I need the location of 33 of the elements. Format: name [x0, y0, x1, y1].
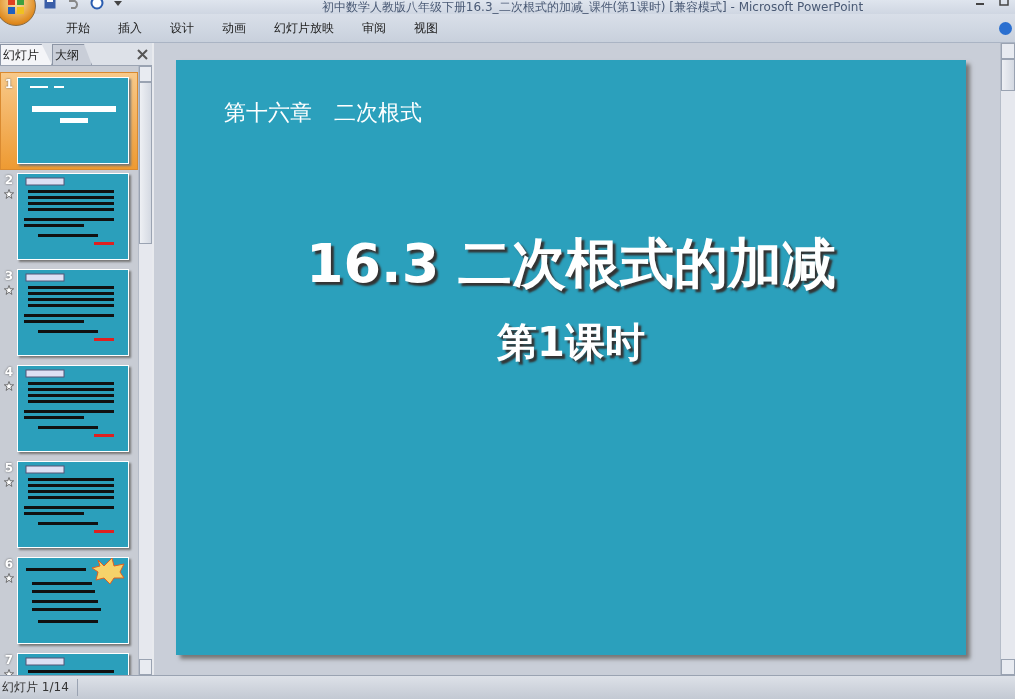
slide-title: 16.3 二次根式的加减 — [305, 231, 836, 297]
scrollbar[interactable] — [138, 66, 152, 675]
slide-thumbnail[interactable] — [17, 173, 129, 260]
ribbon-tab[interactable]: 设计 — [156, 19, 208, 37]
restore-icon[interactable] — [999, 0, 1009, 6]
scrollbar[interactable] — [1000, 43, 1015, 675]
ribbon-tab[interactable]: 视图 — [400, 19, 452, 37]
ribbon-tab[interactable]: 插入 — [104, 19, 156, 37]
panel-tab[interactable]: 幻灯片 — [0, 44, 52, 65]
undo-icon[interactable] — [66, 0, 80, 9]
panel-tab[interactable]: 大纲 — [52, 44, 92, 65]
ribbon-tab[interactable]: 开始 — [52, 19, 104, 37]
ribbon-tab[interactable]: 动画 — [208, 19, 260, 37]
slide-number: 5 — [4, 461, 14, 475]
chapter-heading: 第十六章 二次根式 — [224, 99, 422, 127]
slide-number: 4 — [4, 365, 14, 379]
dropdown-icon[interactable] — [114, 0, 122, 7]
slide-number: 6 — [4, 557, 14, 571]
logo-icon — [7, 0, 25, 15]
slide-thumbnail[interactable] — [17, 77, 129, 164]
window-title: 初中数学人教版八年级下册16.3_二次根式的加减_课件(第1课时) [兼容模式] - Microsoft PowerPoint — [320, 0, 865, 14]
ribbon-tab[interactable]: 幻灯片放映 — [260, 19, 348, 37]
slide-thumbnail[interactable] — [17, 365, 129, 452]
slide-thumbnail[interactable] — [17, 269, 129, 356]
save-icon[interactable] — [44, 0, 56, 9]
minimize-icon[interactable] — [975, 0, 985, 6]
slide-thumbnail[interactable] — [17, 461, 129, 548]
slide-count: 幻灯片 1/14 — [0, 679, 78, 696]
slide-thumbnail[interactable] — [17, 557, 129, 644]
slide-number: 1 — [4, 77, 14, 91]
close-icon[interactable] — [137, 48, 148, 60]
ribbon-tab[interactable]: 审阅 — [348, 19, 400, 37]
slide-subtitle: 第1课时 — [497, 318, 645, 367]
